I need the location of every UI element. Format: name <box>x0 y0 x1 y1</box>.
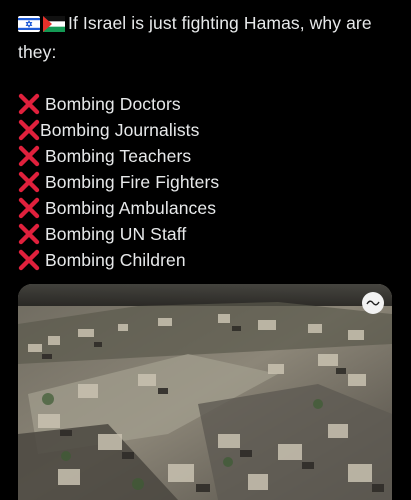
list-item-label: Bombing Fire Fighters <box>45 172 220 192</box>
list-item: Bombing Children <box>18 247 400 273</box>
palestine-flag-icon <box>43 13 65 39</box>
post-list: Bombing Doctors Bombing Journalists Bomb… <box>18 91 400 273</box>
list-item-label: Bombing Teachers <box>45 146 192 166</box>
list-item-label: Bombing Children <box>45 250 186 270</box>
post-image[interactable] <box>18 284 392 500</box>
list-item-label: Bombing Ambulances <box>45 198 217 218</box>
post-intro: If Israel is just fighting Hamas, why ar… <box>18 10 400 65</box>
cross-mark-icon <box>18 249 40 271</box>
cross-mark-icon <box>18 145 40 167</box>
israel-flag-icon <box>18 13 40 39</box>
cross-mark-icon <box>18 93 40 115</box>
post-intro-text: If Israel is just fighting Hamas, why ar… <box>18 13 372 62</box>
cross-mark-icon <box>18 171 40 193</box>
watermark-logo <box>362 292 384 314</box>
cross-mark-icon <box>18 197 40 219</box>
aerial-destruction-photo <box>18 284 392 500</box>
cross-mark-icon <box>18 119 40 141</box>
list-item: Bombing UN Staff <box>18 221 400 247</box>
cross-mark-icon <box>18 223 40 245</box>
list-item: Bombing Fire Fighters <box>18 169 400 195</box>
list-item-label: Bombing Doctors <box>45 94 181 114</box>
list-item: Bombing Teachers <box>18 143 400 169</box>
list-item: Bombing Journalists <box>18 117 400 143</box>
list-item: Bombing Doctors <box>18 91 400 117</box>
list-item: Bombing Ambulances <box>18 195 400 221</box>
list-item-label: Bombing UN Staff <box>45 224 187 244</box>
list-item-label: Bombing Journalists <box>40 120 200 140</box>
post-text: If Israel is just fighting Hamas, why ar… <box>18 10 400 273</box>
